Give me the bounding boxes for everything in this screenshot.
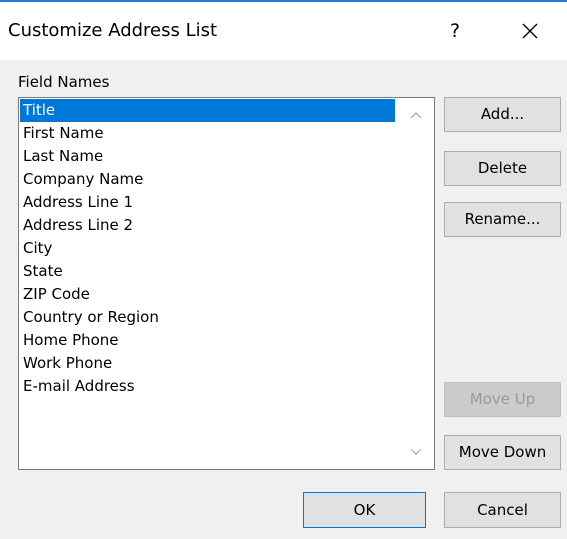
list-item[interactable]: Home Phone xyxy=(20,329,395,352)
scroll-down-button[interactable] xyxy=(398,439,434,467)
customize-address-list-dialog: Customize Address List ? Field Names Tit… xyxy=(0,0,567,539)
list-item[interactable]: Country or Region xyxy=(20,306,395,329)
list-item[interactable]: Company Name xyxy=(20,168,395,191)
delete-button[interactable]: Delete xyxy=(444,151,561,186)
chevron-up-icon xyxy=(410,112,422,119)
help-button[interactable]: ? xyxy=(440,14,470,48)
list-item[interactable]: City xyxy=(20,237,395,260)
list-scrollbar[interactable] xyxy=(398,98,434,469)
close-icon xyxy=(522,23,538,39)
list-item[interactable]: First Name xyxy=(20,122,395,145)
close-button[interactable] xyxy=(508,14,552,48)
list-item[interactable]: Work Phone xyxy=(20,352,395,375)
add-button[interactable]: Add... xyxy=(444,97,561,132)
dialog-title: Customize Address List xyxy=(8,20,218,41)
move-up-button[interactable]: Move Up xyxy=(444,382,561,417)
list-item[interactable]: State xyxy=(20,260,395,283)
ok-button[interactable]: OK xyxy=(303,492,426,528)
move-down-button[interactable]: Move Down xyxy=(444,435,561,470)
field-names-list: Title First Name Last Name Company Name Addr… xyxy=(20,99,395,398)
list-item[interactable]: Last Name xyxy=(20,145,395,168)
cancel-button[interactable]: Cancel xyxy=(444,492,561,528)
list-item[interactable]: Address Line 1 xyxy=(20,191,395,214)
chevron-down-icon xyxy=(410,448,422,455)
list-item[interactable]: E-mail Address xyxy=(20,375,395,398)
list-item[interactable]: Title xyxy=(20,99,395,122)
field-names-label: Field Names xyxy=(18,72,109,92)
rename-button[interactable]: Rename... xyxy=(444,202,561,237)
list-item[interactable]: ZIP Code xyxy=(20,283,395,306)
list-item[interactable]: Address Line 2 xyxy=(20,214,395,237)
field-names-label-text: Field Names xyxy=(18,73,110,91)
scroll-up-button[interactable] xyxy=(398,102,434,130)
title-bar[interactable]: Customize Address List ? xyxy=(0,2,567,60)
field-names-listbox[interactable]: Title First Name Last Name Company Name Addr… xyxy=(18,97,435,470)
